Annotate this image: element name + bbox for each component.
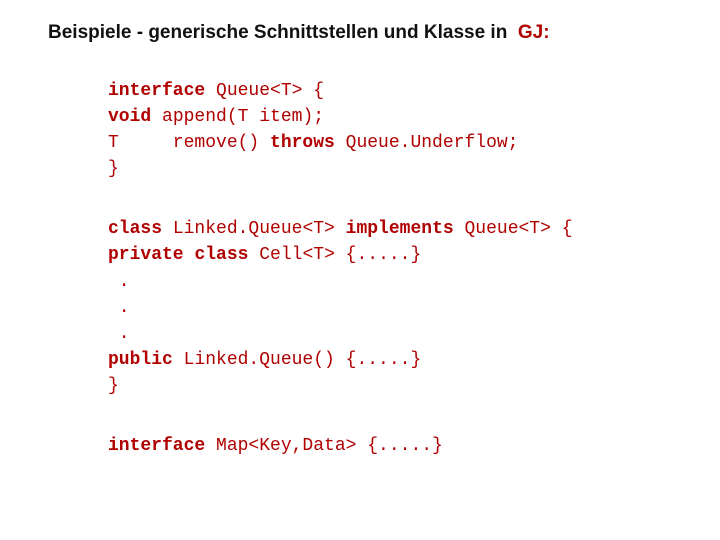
keyword-interface: interface bbox=[108, 436, 205, 456]
code-text: Linked.Queue<T> bbox=[162, 219, 346, 239]
keyword-class: class bbox=[108, 219, 162, 239]
spacer bbox=[48, 182, 680, 216]
spacer bbox=[48, 399, 680, 433]
title-prefix: Beispiele - generische Schnittstellen un… bbox=[48, 22, 518, 43]
code-block-interface-map: interface Map<Key,Data> {.....} bbox=[108, 433, 680, 459]
slide: Beispiele - generische Schnittstellen un… bbox=[0, 0, 720, 540]
keyword-class: class bbox=[194, 245, 248, 265]
code-text: Queue<T> { bbox=[454, 219, 573, 239]
title-gj: GJ: bbox=[518, 22, 550, 43]
code-block-linked-queue: class Linked.Queue<T> implements Queue<T… bbox=[108, 216, 680, 399]
keyword-throws: throws bbox=[270, 133, 335, 153]
code-text: . bbox=[108, 298, 130, 318]
keyword-implements: implements bbox=[346, 219, 454, 239]
code-text: T remove() bbox=[108, 133, 270, 153]
code-block-interface-queue: interface Queue<T> { void append(T item)… bbox=[108, 78, 680, 182]
code-text: Linked.Queue() {.....} bbox=[173, 350, 421, 370]
code-text: Queue<T> { bbox=[205, 81, 324, 101]
code-text: Queue.Underflow; bbox=[335, 133, 519, 153]
code-text: } bbox=[108, 376, 119, 396]
code-text: Cell<T> {.....} bbox=[248, 245, 421, 265]
slide-title: Beispiele - generische Schnittstellen un… bbox=[48, 22, 680, 44]
code-text: Map<Key,Data> {.....} bbox=[205, 436, 443, 456]
code-text: } bbox=[108, 159, 119, 179]
keyword-private: private bbox=[108, 245, 184, 265]
code-text: append(T item); bbox=[151, 107, 324, 127]
code-text: . bbox=[108, 324, 130, 344]
code-text: . bbox=[108, 272, 130, 292]
keyword-interface: interface bbox=[108, 81, 205, 101]
keyword-public: public bbox=[108, 350, 173, 370]
keyword-void: void bbox=[108, 107, 151, 127]
